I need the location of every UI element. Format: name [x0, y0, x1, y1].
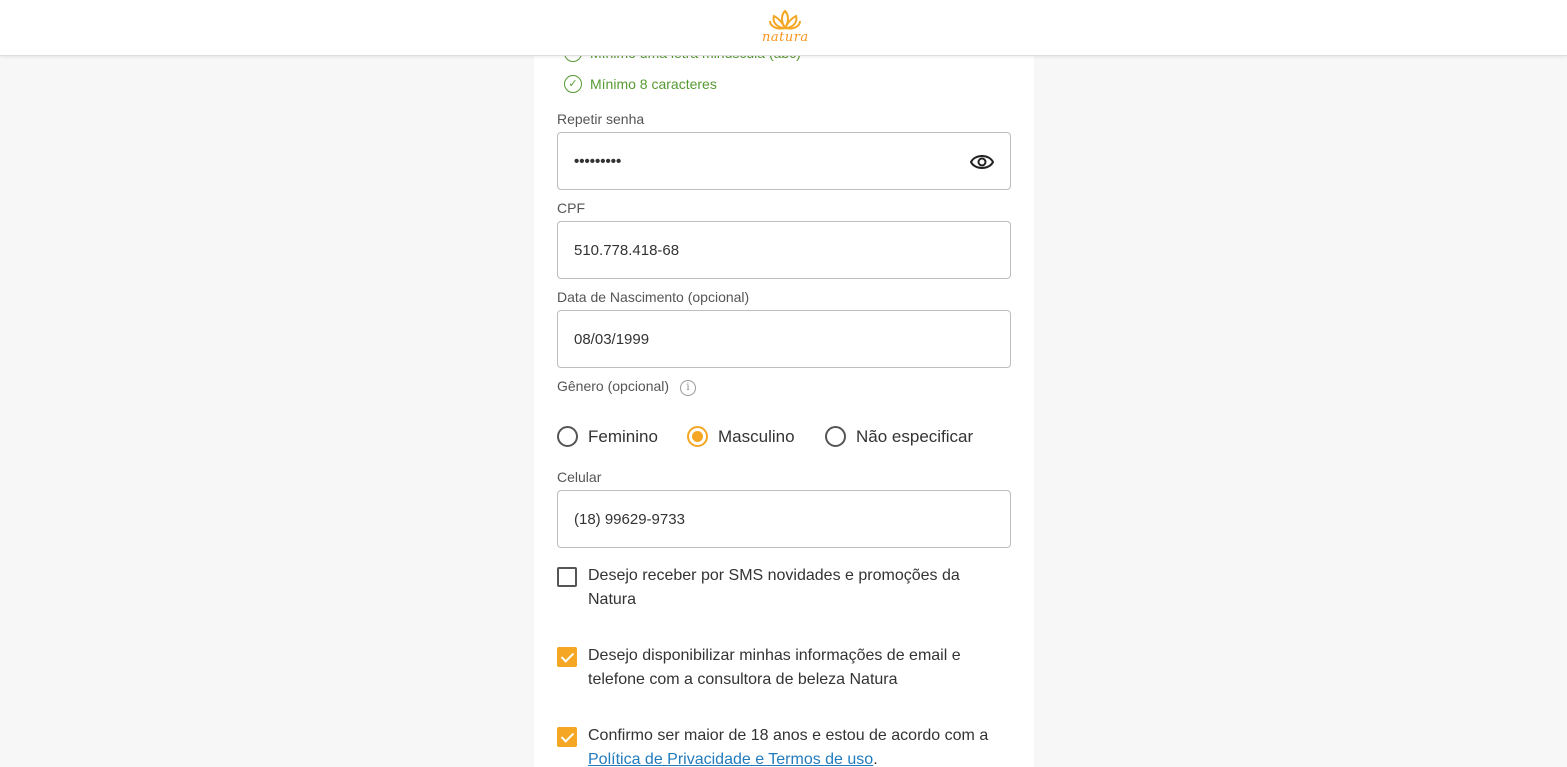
gender-option-label: Não especificar — [856, 426, 974, 446]
top-bar: natura — [0, 0, 1567, 56]
check-circle-icon: ✓ — [564, 75, 582, 93]
radio-button-selected[interactable] — [687, 426, 708, 447]
repeat-password-label: Repetir senha — [557, 111, 645, 127]
repeat-password-value: ••••••••• — [574, 152, 622, 170]
consent-share[interactable]: Desejo disponibilizar minhas informações… — [557, 644, 997, 692]
terms-text-after: . — [873, 751, 878, 767]
gender-option-feminino[interactable]: Feminino — [557, 426, 658, 447]
phone-value: (18) 99629-9733 — [574, 510, 685, 528]
natura-flower-icon — [769, 9, 801, 30]
share-checkbox[interactable] — [557, 647, 577, 667]
gender-option-label: Feminino — [588, 426, 658, 446]
terms-checkbox[interactable] — [557, 727, 577, 747]
sms-checkbox[interactable] — [557, 567, 577, 587]
gender-option-label: Masculino — [718, 426, 795, 446]
consent-sms-text: Desejo receber por SMS novidades e promo… — [588, 567, 960, 608]
birth-date-label: Data de Nascimento (opcional) — [557, 289, 750, 305]
phone-label: Celular — [557, 469, 602, 485]
cpf-label: CPF — [557, 200, 585, 216]
password-rule-label: Mínimo 8 caracteres — [590, 76, 717, 92]
natura-logo[interactable]: natura — [762, 9, 809, 48]
password-rule-length: ✓ Mínimo 8 caracteres — [564, 75, 717, 93]
birth-date-input[interactable]: 08/03/1999 — [557, 310, 1011, 368]
info-icon[interactable]: i — [680, 380, 696, 396]
consent-share-text: Desejo disponibilizar minhas informações… — [588, 647, 961, 688]
gender-option-masculino[interactable]: Masculino — [687, 426, 795, 447]
consent-terms[interactable]: Confirmo ser maior de 18 anos e estou de… — [557, 724, 997, 767]
terms-text-before: Confirmo ser maior de 18 anos e estou de… — [588, 727, 989, 744]
cpf-input[interactable]: 510.778.418-68 — [557, 221, 1011, 279]
phone-input[interactable]: (18) 99629-9733 — [557, 490, 1011, 548]
eye-icon[interactable] — [970, 151, 994, 173]
gender-label: Gênero (opcional) — [557, 378, 670, 394]
brand-wordmark: natura — [762, 30, 809, 45]
consent-terms-text: Confirmo ser maior de 18 anos e estou de… — [588, 724, 997, 767]
birth-date-value: 08/03/1999 — [574, 330, 650, 348]
cpf-value: 510.778.418-68 — [574, 241, 680, 259]
consent-sms[interactable]: Desejo receber por SMS novidades e promo… — [557, 564, 997, 612]
radio-button[interactable] — [557, 426, 578, 447]
radio-button[interactable] — [825, 426, 846, 447]
privacy-terms-link[interactable]: Política de Privacidade e Termos de uso — [588, 751, 873, 767]
gender-option-nao-especificar[interactable]: Não especificar — [825, 426, 973, 447]
repeat-password-input[interactable]: ••••••••• — [557, 132, 1011, 190]
